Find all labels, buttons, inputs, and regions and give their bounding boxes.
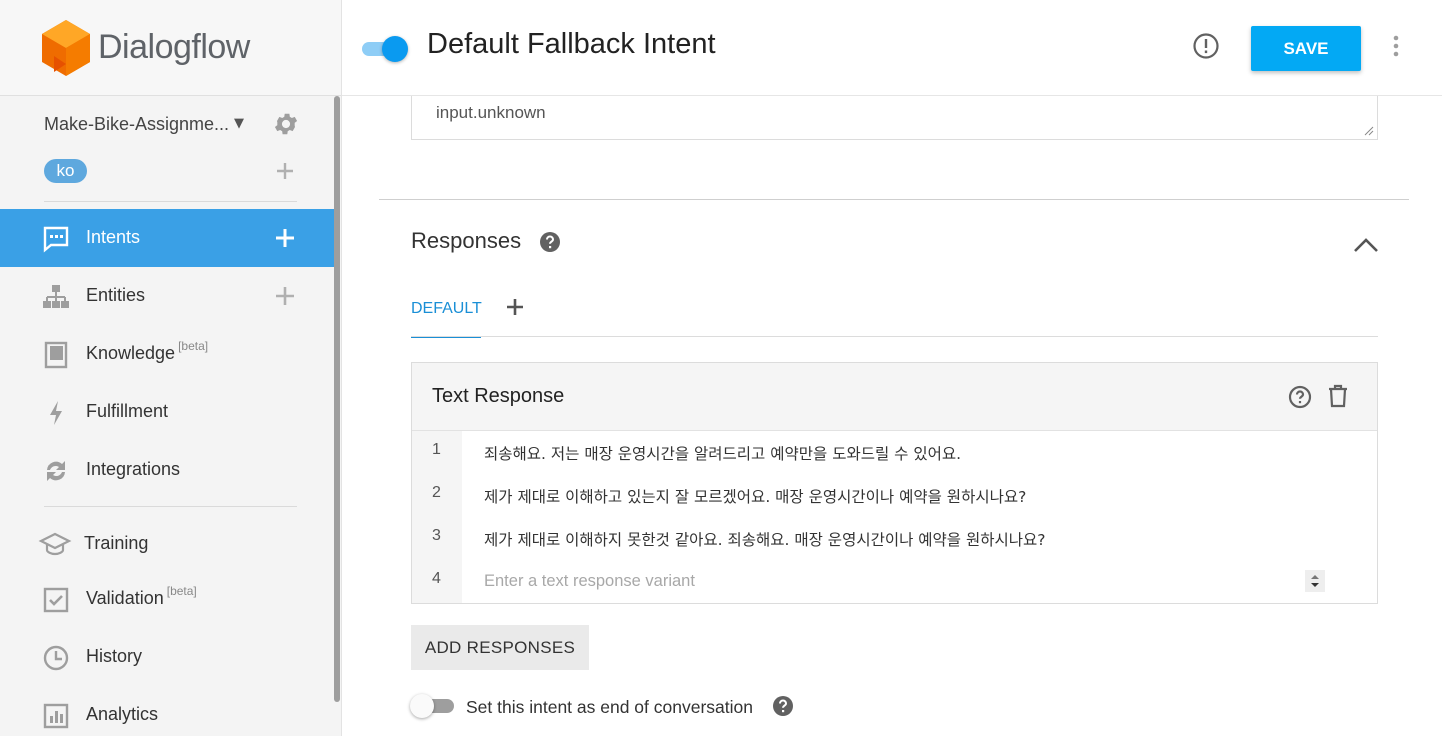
- sidebar-item-label: Knowledge [beta]: [86, 339, 209, 363]
- beta-badge: [beta]: [178, 339, 209, 353]
- sidebar-item-label: Fulfillment: [86, 401, 169, 421]
- line-number: 1: [432, 441, 441, 458]
- sidebar-item-analytics[interactable]: Analytics: [0, 686, 335, 736]
- alert-circle-icon[interactable]: [1192, 32, 1220, 60]
- sidebar-item-label: Validation [beta]: [86, 584, 197, 608]
- brand-wordmark: Dialogflow: [98, 28, 250, 66]
- card-title: Text Response: [432, 385, 565, 407]
- resize-grip-icon[interactable]: [1364, 126, 1374, 136]
- response-variant-input[interactable]: [484, 568, 1304, 594]
- response-text[interactable]: 제가 제대로 이해하지 못한것 같아요. 죄송해요. 매장 운영시간이나 예약을…: [484, 528, 1046, 550]
- end-conversation-label: Set this intent as end of conversation: [466, 697, 753, 717]
- toggle-knob: [382, 36, 408, 62]
- line-number: 4: [432, 570, 441, 587]
- sync-icon: [47, 461, 65, 481]
- beta-badge: [beta]: [166, 584, 197, 598]
- sidebar-item-intents[interactable]: Intents: [0, 209, 335, 267]
- new-response-row[interactable]: 4: [412, 560, 1377, 603]
- sidebar-item-label: Intents: [86, 227, 141, 247]
- checkbox-icon: [43, 587, 69, 613]
- chevron-up-icon[interactable]: [1353, 236, 1379, 254]
- add-entity-plus-icon[interactable]: [273, 284, 297, 308]
- tab-underline: [411, 336, 1378, 337]
- sidebar-item-history[interactable]: History: [0, 628, 335, 686]
- sidebar-scrollbar[interactable]: [334, 96, 340, 702]
- trash-icon[interactable]: [1327, 384, 1349, 408]
- help-outline-icon[interactable]: [1288, 385, 1312, 409]
- help-icon[interactable]: [772, 695, 794, 717]
- language-chip[interactable]: ko: [44, 159, 87, 183]
- add-language-plus-icon[interactable]: [274, 160, 296, 182]
- save-button[interactable]: SAVE: [1251, 26, 1361, 71]
- add-responses-button[interactable]: ADD RESPONSES: [411, 625, 589, 670]
- card-header: Text Response: [412, 363, 1377, 431]
- sidebar-item-label: Entities: [86, 285, 146, 305]
- intent-editor: input.unknown Responses DEFAULT Text Res…: [342, 96, 1442, 736]
- response-row[interactable]: 1 죄송해요. 저는 매장 운영시간을 알려드리고 예약만을 도와드릴 수 있어…: [412, 431, 1377, 474]
- book-icon: [44, 341, 68, 369]
- sidebar-item-label: Analytics: [86, 704, 159, 724]
- dialogflow-logo-icon: [42, 20, 90, 76]
- intent-header: Default Fallback Intent SAVE: [342, 0, 1442, 96]
- sidebar-item-integrations[interactable]: Integrations: [0, 441, 335, 499]
- clock-icon: [43, 645, 69, 671]
- bar-chart-icon: [43, 703, 69, 729]
- sidebar-divider: [44, 201, 297, 202]
- gear-icon[interactable]: [272, 110, 300, 138]
- hierarchy-icon: [43, 285, 69, 308]
- line-number: 3: [432, 527, 441, 544]
- response-row[interactable]: 3 제가 제대로 이해하지 못한것 같아요. 죄송해요. 매장 운영시간이나 예…: [412, 517, 1377, 560]
- sidebar-divider: [44, 506, 297, 507]
- more-vertical-icon[interactable]: [1390, 34, 1402, 58]
- text-response-card: Text Response 1 죄송해요. 저는 매장 운영시간을 알려드리고 …: [411, 362, 1378, 604]
- sidebar-item-fulfillment[interactable]: Fulfillment: [0, 383, 335, 441]
- action-value: input.unknown: [436, 103, 546, 122]
- add-intent-plus-icon[interactable]: [273, 226, 297, 250]
- sidebar-item-validation[interactable]: Validation [beta]: [0, 570, 335, 628]
- agent-selector[interactable]: Make-Bike-Assignme... ▼: [44, 110, 304, 140]
- response-text[interactable]: 제가 제대로 이해하고 있는지 잘 모르겠어요. 매장 운영시간이나 예약을 원…: [484, 485, 1026, 507]
- add-tab-plus-icon[interactable]: [504, 296, 526, 318]
- graduation-cap-icon: [38, 532, 72, 556]
- sidebar-item-knowledge[interactable]: Knowledge [beta]: [0, 325, 335, 383]
- line-number: 2: [432, 484, 441, 501]
- toggle-knob: [410, 694, 434, 718]
- responses-section-title: Responses: [411, 228, 522, 253]
- agent-name[interactable]: Make-Bike-Assignme...: [44, 114, 229, 135]
- intent-enabled-toggle[interactable]: [362, 36, 408, 62]
- resize-stepper-icon[interactable]: [1305, 570, 1325, 592]
- page-title[interactable]: Default Fallback Intent: [427, 28, 716, 61]
- chevron-down-icon[interactable]: ▼: [234, 116, 244, 131]
- response-text[interactable]: 죄송해요. 저는 매장 운영시간을 알려드리고 예약만을 도와드릴 수 있어요.: [484, 442, 961, 464]
- help-icon[interactable]: [539, 231, 561, 253]
- chat-bubble-icon: [43, 226, 69, 253]
- end-conversation-toggle[interactable]: [410, 694, 456, 718]
- sidebar-item-label: Training: [84, 533, 149, 553]
- logo-area[interactable]: Dialogflow: [0, 0, 341, 96]
- section-divider: [379, 199, 1409, 200]
- sidebar-item-label: Integrations: [86, 459, 181, 479]
- tab-default[interactable]: DEFAULT: [411, 300, 482, 338]
- action-textarea[interactable]: input.unknown: [411, 96, 1378, 140]
- sidebar-item-label: History: [86, 646, 143, 666]
- sidebar-item-training[interactable]: Training: [0, 515, 335, 573]
- lightning-icon: [50, 401, 62, 425]
- response-row[interactable]: 2 제가 제대로 이해하고 있는지 잘 모르겠어요. 매장 운영시간이나 예약을…: [412, 474, 1377, 517]
- sidebar: Dialogflow Make-Bike-Assignme... ▼ ko In…: [0, 0, 342, 736]
- sidebar-item-entities[interactable]: Entities: [0, 267, 335, 325]
